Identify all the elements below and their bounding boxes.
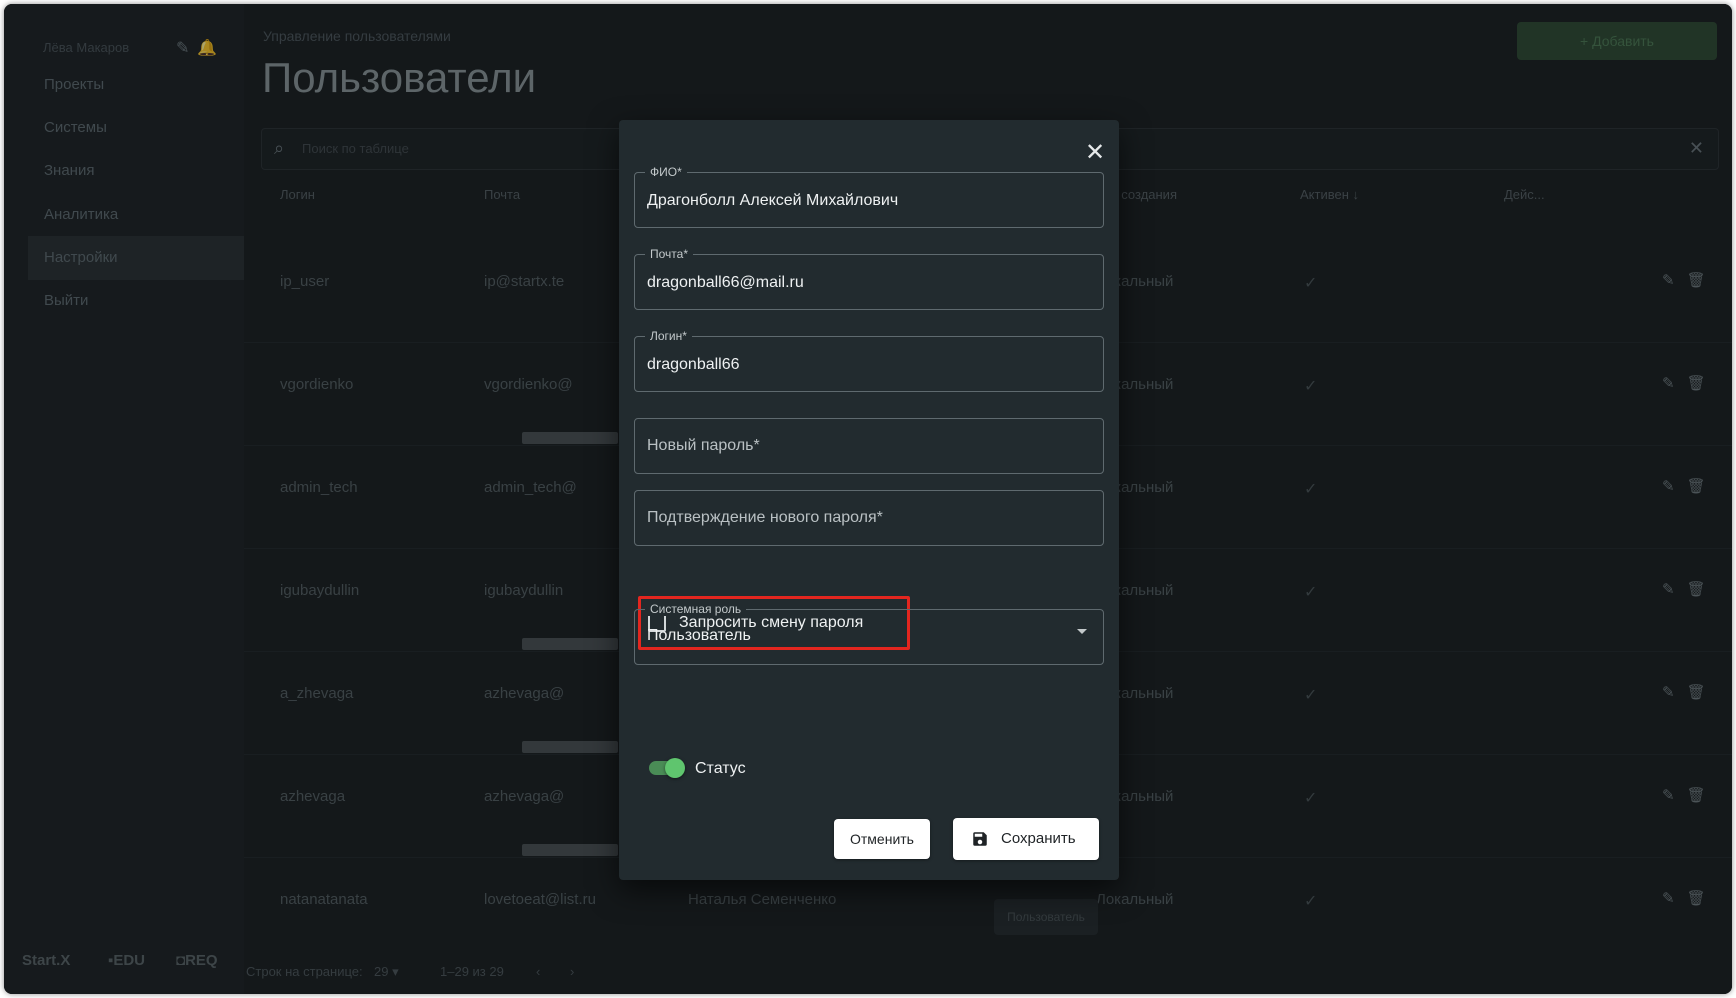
confirm-password-input[interactable]: Подтверждение нового пароля* bbox=[647, 509, 883, 527]
status-label: Статус bbox=[695, 760, 746, 777]
email-field[interactable]: Почта* dragonball66@mail.ru bbox=[634, 247, 1104, 310]
email-input[interactable]: dragonball66@mail.ru bbox=[647, 274, 804, 292]
system-role-select[interactable]: Системная роль Пользователь bbox=[634, 602, 1104, 665]
app-window: Лёва Макаров ✎🔔 Проекты Системы Знания А… bbox=[4, 4, 1732, 994]
save-button[interactable]: Сохранить bbox=[953, 818, 1099, 860]
toggle-thumb bbox=[665, 758, 685, 778]
status-toggle[interactable] bbox=[649, 758, 685, 778]
close-icon[interactable]: ✕ bbox=[1082, 140, 1108, 166]
floppy-disk-icon bbox=[973, 832, 987, 846]
email-label: Почта* bbox=[645, 247, 693, 261]
fio-label: ФИО* bbox=[645, 165, 687, 179]
new-password-input[interactable]: Новый пароль* bbox=[647, 437, 760, 455]
save-label: Сохранить bbox=[1001, 830, 1076, 847]
login-input[interactable]: dragonball66 bbox=[647, 356, 740, 374]
fio-input[interactable]: Драгонболл Алексей Михайлович bbox=[647, 192, 898, 210]
login-label: Логин* bbox=[645, 329, 692, 343]
fio-field[interactable]: ФИО* Драгонболл Алексей Михайлович bbox=[634, 165, 1104, 228]
dropdown-arrow-icon bbox=[1077, 629, 1087, 634]
system-role-value: Пользователь bbox=[647, 627, 751, 644]
cancel-button[interactable]: Отменить bbox=[834, 819, 930, 859]
edit-user-dialog: ✕ ФИО* Драгонболл Алексей Михайлович Поч… bbox=[619, 120, 1119, 880]
confirm-password-field[interactable]: Подтверждение нового пароля* bbox=[634, 490, 1104, 546]
new-password-field[interactable]: Новый пароль* bbox=[634, 418, 1104, 474]
login-field[interactable]: Логин* dragonball66 bbox=[634, 329, 1104, 392]
system-role-label: Системная роль bbox=[645, 602, 747, 616]
